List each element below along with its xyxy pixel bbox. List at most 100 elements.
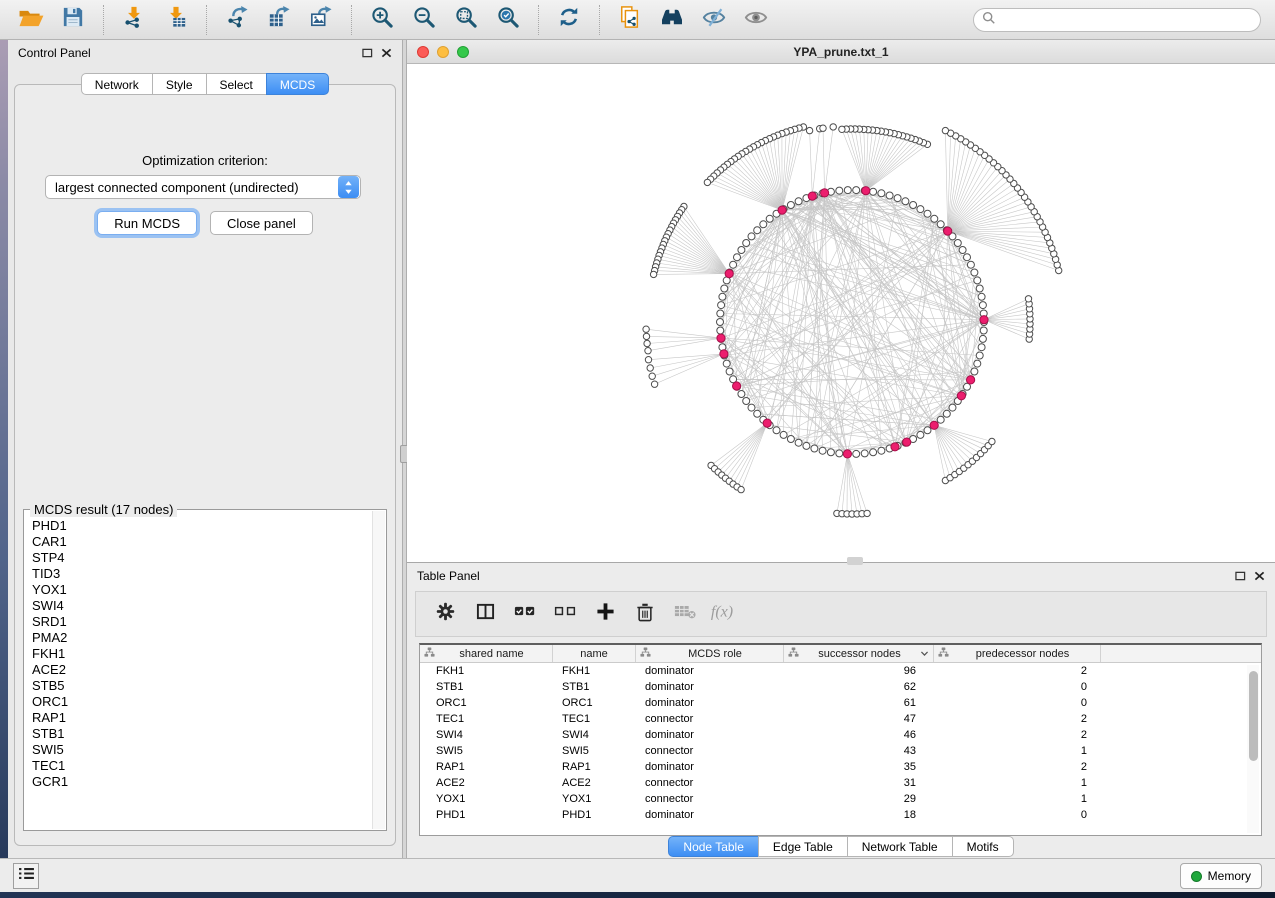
table-row[interactable]: PHD1PHD1dominator180: [420, 807, 1261, 823]
table-cell[interactable]: 61: [784, 697, 934, 709]
mcds-result-item[interactable]: CAR1: [25, 534, 372, 550]
column-header-shared-name[interactable]: shared name: [420, 645, 553, 662]
table-cell[interactable]: 35: [784, 761, 934, 773]
mcds-result-item[interactable]: TEC1: [25, 758, 372, 774]
table-cell[interactable]: dominator: [636, 681, 784, 693]
table-cell[interactable]: 2: [934, 729, 1101, 741]
table-scrollbar[interactable]: [1247, 665, 1259, 833]
zoom-out-button[interactable]: [407, 4, 441, 36]
table-cell[interactable]: SWI5: [420, 745, 553, 757]
table-cell[interactable]: 29: [784, 793, 934, 805]
memory-button[interactable]: Memory: [1180, 863, 1262, 889]
close-panel-icon[interactable]: [381, 48, 392, 58]
table-cell[interactable]: ORC1: [420, 697, 553, 709]
table-cell[interactable]: SWI4: [553, 729, 636, 741]
tab-motifs[interactable]: Motifs: [952, 836, 1014, 857]
table-cell[interactable]: 31: [784, 777, 934, 789]
delete-button[interactable]: [630, 599, 660, 629]
network-canvas[interactable]: [407, 64, 1275, 562]
zoom-fit-button[interactable]: [449, 4, 483, 36]
mcds-result-item[interactable]: ACE2: [25, 662, 372, 678]
tab-style[interactable]: Style: [152, 73, 207, 95]
table-row[interactable]: TEC1TEC1connector472: [420, 711, 1261, 727]
table-row[interactable]: ACE2ACE2connector311: [420, 775, 1261, 791]
export-table-button[interactable]: [262, 4, 296, 36]
table-cell[interactable]: RAP1: [553, 761, 636, 773]
table-cell[interactable]: TEC1: [420, 713, 553, 725]
table-cell[interactable]: ORC1: [553, 697, 636, 709]
table-row[interactable]: ORC1ORC1dominator610: [420, 695, 1261, 711]
table-cell[interactable]: PHD1: [553, 809, 636, 821]
tab-edge-table[interactable]: Edge Table: [758, 836, 848, 857]
maximize-window-button[interactable]: [457, 46, 469, 58]
columns-button[interactable]: [470, 599, 500, 629]
tab-network-table[interactable]: Network Table: [847, 836, 953, 857]
table-cell[interactable]: 96: [784, 665, 934, 677]
mcds-result-item[interactable]: SWI4: [25, 598, 372, 614]
table-row[interactable]: RAP1RAP1dominator352: [420, 759, 1261, 775]
table-cell[interactable]: SWI5: [553, 745, 636, 757]
open-folder-button[interactable]: [14, 4, 48, 36]
mcds-result-item[interactable]: ORC1: [25, 694, 372, 710]
table-cell[interactable]: YOX1: [420, 793, 553, 805]
mcds-result-item[interactable]: STP4: [25, 550, 372, 566]
show-all-button[interactable]: [739, 4, 773, 36]
mcds-result-item[interactable]: FKH1: [25, 646, 372, 662]
table-row[interactable]: STB1STB1dominator620: [420, 679, 1261, 695]
import-table-button[interactable]: [159, 4, 193, 36]
table-cell[interactable]: 2: [934, 665, 1101, 677]
table-cell[interactable]: 46: [784, 729, 934, 741]
table-cell[interactable]: connector: [636, 777, 784, 789]
table-cell[interactable]: 62: [784, 681, 934, 693]
table-cell[interactable]: ACE2: [420, 777, 553, 789]
network-from-selection-button[interactable]: [613, 4, 647, 36]
table-cell[interactable]: SWI4: [420, 729, 553, 741]
tab-network[interactable]: Network: [81, 73, 153, 95]
tab-node-table[interactable]: Node Table: [668, 836, 759, 857]
float-table-panel-icon[interactable]: [1235, 571, 1246, 581]
column-header-predecessor-nodes[interactable]: predecessor nodes: [934, 645, 1101, 662]
mcds-list-scrollbar[interactable]: [372, 511, 385, 829]
refresh-button[interactable]: [552, 4, 586, 36]
close-window-button[interactable]: [417, 46, 429, 58]
add-button[interactable]: [590, 599, 620, 629]
mcds-result-item[interactable]: SRD1: [25, 614, 372, 630]
table-cell[interactable]: connector: [636, 745, 784, 757]
table-cell[interactable]: 0: [934, 681, 1101, 693]
column-header-name[interactable]: name: [553, 645, 636, 662]
close-panel-button[interactable]: Close panel: [210, 211, 313, 235]
column-header-MCDS-role[interactable]: MCDS role: [636, 645, 784, 662]
settings-button[interactable]: [430, 599, 460, 629]
run-mcds-button[interactable]: Run MCDS: [97, 211, 197, 235]
mcds-result-item[interactable]: SWI5: [25, 742, 372, 758]
select-all-button[interactable]: [510, 599, 540, 629]
mcds-result-item[interactable]: PHD1: [25, 518, 372, 534]
table-cell[interactable]: PHD1: [420, 809, 553, 821]
table-cell[interactable]: 1: [934, 793, 1101, 805]
float-panel-icon[interactable]: [362, 48, 373, 58]
optimization-criterion-dropdown[interactable]: largest connected component (undirected): [45, 175, 361, 199]
search-input[interactable]: [1001, 13, 1252, 27]
close-table-panel-icon[interactable]: [1254, 571, 1265, 581]
table-cell[interactable]: 18: [784, 809, 934, 821]
mcds-result-item[interactable]: PMA2: [25, 630, 372, 646]
hide-selected-button[interactable]: [697, 4, 731, 36]
table-cell[interactable]: ACE2: [553, 777, 636, 789]
table-cell[interactable]: 1: [934, 777, 1101, 789]
mcds-result-item[interactable]: TID3: [25, 566, 372, 582]
table-cell[interactable]: dominator: [636, 761, 784, 773]
zoom-in-button[interactable]: [365, 4, 399, 36]
table-row[interactable]: FKH1FKH1dominator962: [420, 663, 1261, 679]
table-cell[interactable]: 2: [934, 761, 1101, 773]
column-header-successor-nodes[interactable]: successor nodes: [784, 645, 934, 662]
table-scrollbar-thumb[interactable]: [1249, 671, 1258, 761]
network-graph[interactable]: [407, 64, 1275, 562]
zoom-selected-button[interactable]: [491, 4, 525, 36]
task-history-button[interactable]: [13, 863, 39, 889]
export-image-button[interactable]: [304, 4, 338, 36]
table-cell[interactable]: FKH1: [420, 665, 553, 677]
export-network-button[interactable]: [220, 4, 254, 36]
tab-select[interactable]: Select: [206, 73, 267, 95]
table-cell[interactable]: YOX1: [553, 793, 636, 805]
table-cell[interactable]: TEC1: [553, 713, 636, 725]
